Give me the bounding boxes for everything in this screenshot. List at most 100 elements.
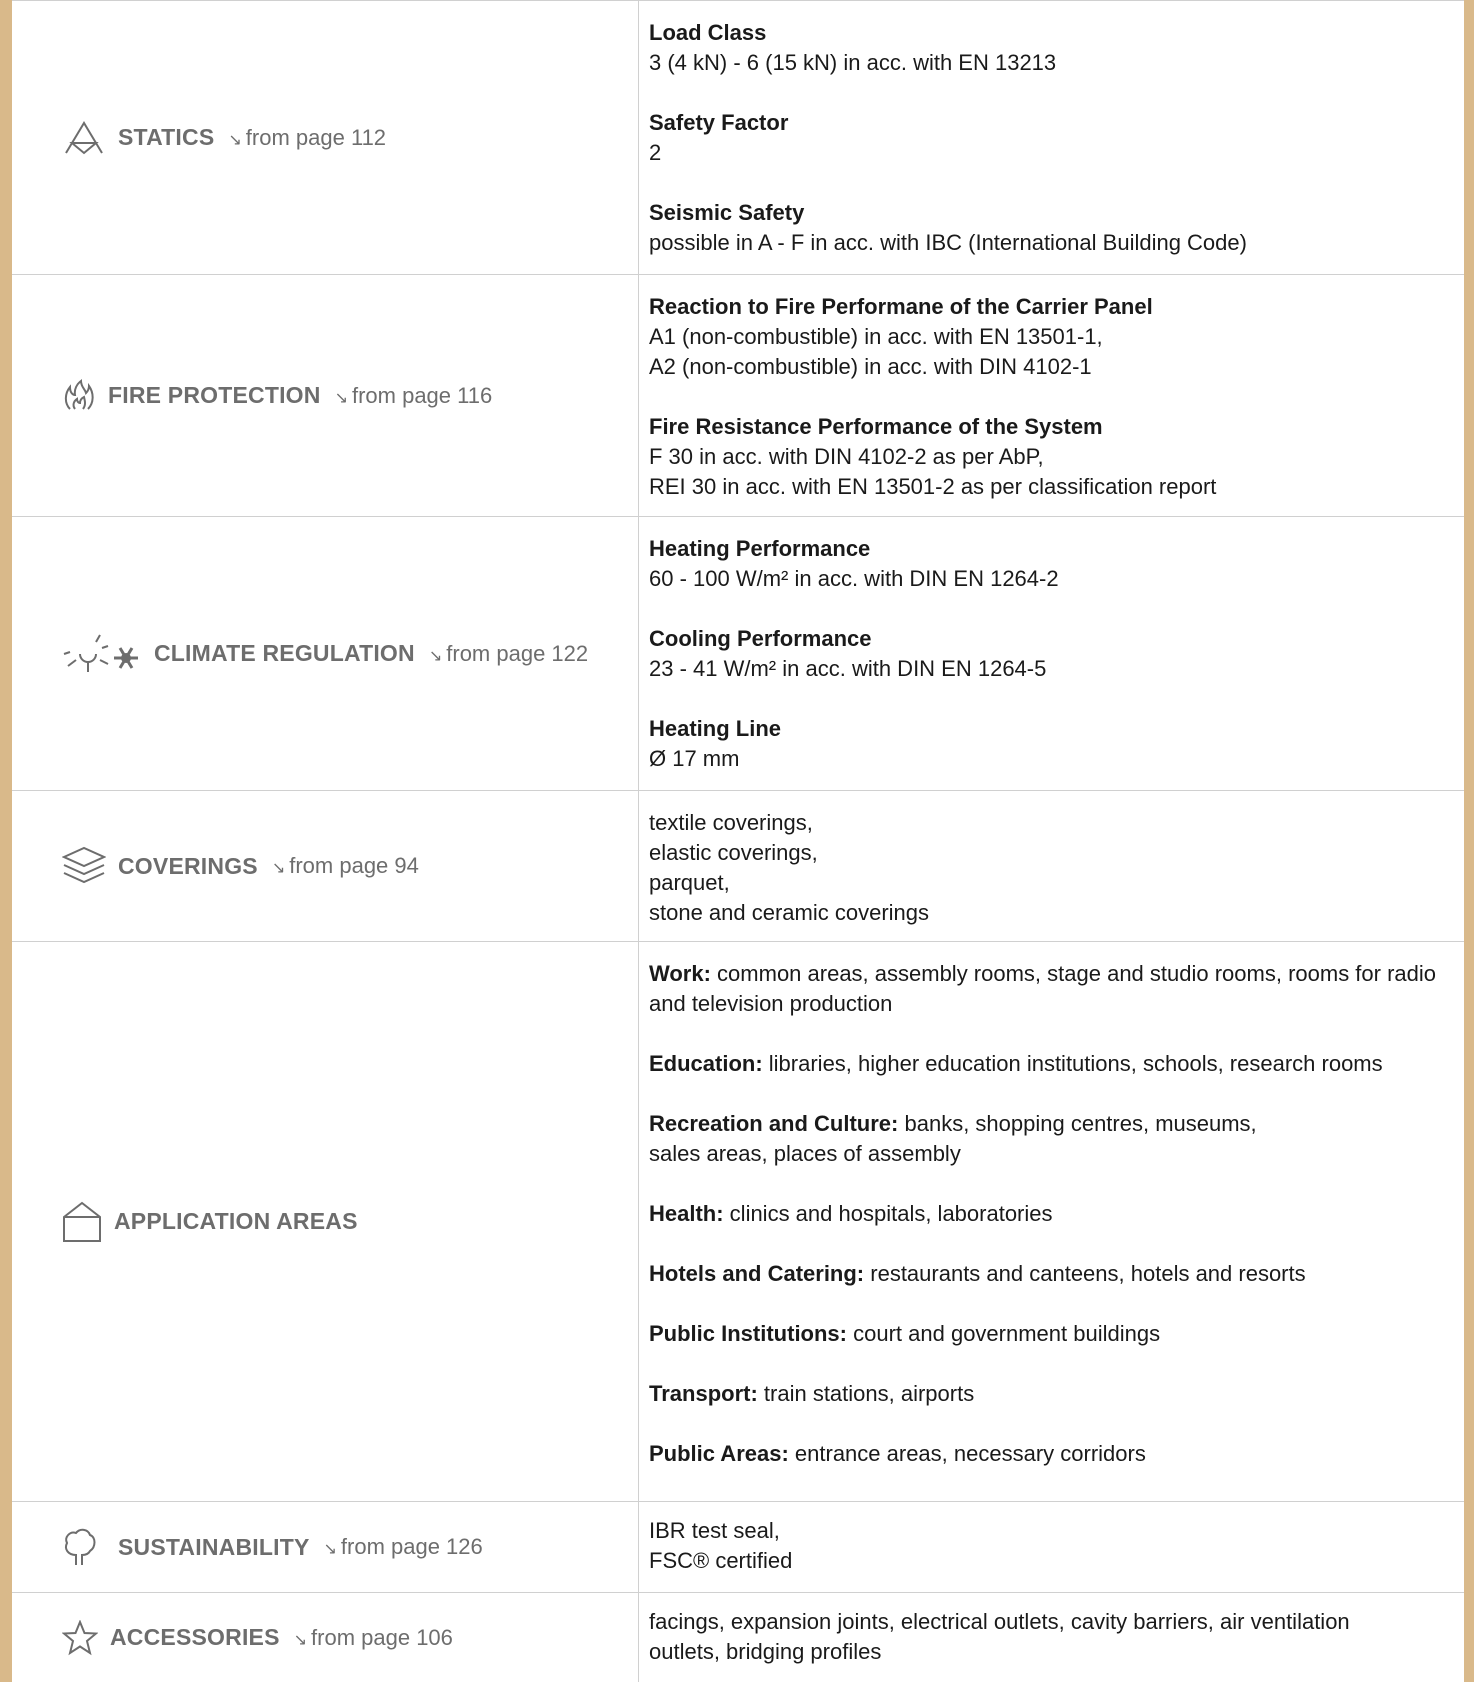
layers-icon (62, 845, 106, 887)
category-label: ACCESSORIES (110, 1624, 280, 1650)
area-lead: Public Institutions: (649, 1321, 847, 1346)
frame-left-border (0, 0, 12, 1682)
statics-icon (62, 120, 106, 156)
frame-right-border (1464, 0, 1474, 1682)
page-reference[interactable]: ↘ from page 94 (272, 853, 419, 879)
page-reference[interactable]: ↘ from page 116 (335, 383, 493, 409)
details-cell: IBR test seal, FSC® certified (639, 1502, 1464, 1592)
covering-line: elastic coverings, (649, 840, 818, 865)
sustainability-line: FSC® certified (649, 1548, 793, 1573)
spec-label: Cooling Performance (649, 626, 872, 651)
area-text: libraries, higher education institutions… (762, 1051, 1383, 1076)
table-row-application-areas: APPLICATION AREAS Work: common areas, as… (12, 942, 1464, 1502)
area-text: restaurants and canteens, hotels and res… (864, 1261, 1306, 1286)
spec-label: Heating Line (649, 716, 782, 741)
area-entry: Public Institutions: court and governmen… (649, 1319, 1454, 1349)
details-cell: Reaction to Fire Performane of the Carri… (639, 275, 1464, 516)
details-cell: Work: common areas, assembly rooms, stag… (639, 942, 1464, 1501)
spec-block: Heating Line Ø 17 mm (649, 714, 1454, 774)
spec-value: possible in A - F in acc. with IBC (Inte… (649, 230, 1247, 255)
sustainability-line: IBR test seal, (649, 1518, 780, 1543)
area-lead: Hotels and Catering: (649, 1261, 865, 1286)
area-lead: Education: (649, 1051, 763, 1076)
spec-label: Heating Performance (649, 536, 871, 561)
spec-value: 2 (649, 140, 662, 165)
category-label: CLIMATE REGULATION (154, 640, 415, 666)
table-row-climate-regulation: CLIMATE REGULATION ↘ from page 122 Heatin… (12, 517, 1464, 791)
details-cell: textile coverings, elastic coverings, pa… (639, 791, 1464, 941)
area-lead: Transport: (649, 1381, 758, 1406)
area-lead: Public Areas: (649, 1441, 789, 1466)
flame-icon (62, 378, 96, 413)
arrow-icon: ↘ (293, 1631, 308, 1649)
details-cell: facings, expansion joints, electrical ou… (639, 1593, 1464, 1682)
spec-value: A1 (non-combustible) in acc. with EN 135… (649, 324, 1103, 379)
category-cell: FIRE PROTECTION ↘ from page 116 (12, 275, 639, 516)
category-cell: CLIMATE REGULATION ↘ from page 122 (12, 517, 639, 790)
page-reference-text: from page 126 (340, 1534, 483, 1559)
page-reference-text: from page 112 (245, 124, 387, 150)
details-cell: Load Class 3 (4 kN) - 6 (15 kN) in acc. … (639, 1, 1464, 274)
covering-line: stone and ceramic coverings (649, 900, 930, 925)
arrow-icon: ↘ (428, 647, 443, 665)
category-label: SUSTAINABILITY (118, 1533, 310, 1560)
spec-value: 23 - 41 W/m² in acc. with DIN EN 1264-5 (649, 656, 1047, 681)
spec-block: Load Class 3 (4 kN) - 6 (15 kN) in acc. … (649, 18, 1454, 78)
spec-block: Safety Factor 2 (649, 108, 1454, 168)
page-reference-text: from page 122 (446, 640, 589, 666)
area-text: common areas, assembly rooms, stage and … (649, 961, 1437, 1016)
accessories-line: facings, expansion joints, electrical ou… (649, 1609, 1350, 1634)
spec-block: Cooling Performance 23 - 41 W/m² in acc.… (649, 624, 1454, 684)
page-reference[interactable]: ↘ from page 112 (228, 125, 386, 151)
category-label: FIRE PROTECTION (108, 382, 321, 408)
arrow-icon: ↘ (334, 389, 348, 407)
category-label: STATICS (118, 124, 215, 150)
spec-value: Ø 17 mm (649, 746, 740, 771)
accessories-line: outlets, bridging profiles (649, 1639, 882, 1664)
table-row-accessories: ACCESSORIES ↘ from page 106 facings, expa… (12, 1593, 1464, 1682)
spec-block: Heating Performance 60 - 100 W/m² in acc… (649, 534, 1454, 594)
table-row-coverings: COVERINGS ↘ from page 94 textile covering… (12, 791, 1464, 942)
area-entry: Health: clinics and hospitals, laborator… (649, 1199, 1454, 1229)
area-text: clinics and hospitals, laboratories (723, 1201, 1053, 1226)
sun-snowflake-icon (62, 632, 142, 676)
area-lead: Health: (649, 1201, 724, 1226)
area-text: train stations, airports (757, 1381, 975, 1406)
area-entry: Transport: train stations, airports (649, 1379, 1454, 1409)
category-cell: STATICS ↘ from page 112 (12, 1, 639, 274)
area-text: court and government buildings (847, 1321, 1161, 1346)
area-lead: Work: (649, 961, 711, 986)
spec-block: Seismic Safety possible in A - F in acc.… (649, 198, 1454, 258)
spec-label: Safety Factor (649, 110, 789, 135)
table-row-statics: STATICS ↘ from page 112 Load Class 3 (4 k… (12, 1, 1464, 275)
page-reference[interactable]: ↘ from page 122 (429, 641, 588, 667)
spec-label: Seismic Safety (649, 200, 805, 225)
arrow-icon: ↘ (323, 1541, 337, 1558)
category-cell: COVERINGS ↘ from page 94 (12, 791, 639, 941)
details-cell: Heating Performance 60 - 100 W/m² in acc… (639, 517, 1464, 790)
star-icon (62, 1619, 98, 1656)
spec-block: Reaction to Fire Performane of the Carri… (649, 292, 1454, 382)
house-icon (62, 1201, 102, 1243)
page-reference-text: from page 94 (289, 853, 419, 878)
area-entry: Education: libraries, higher education i… (649, 1049, 1454, 1079)
spec-block: Fire Resistance Performance of the Syste… (649, 412, 1454, 502)
category-cell: APPLICATION AREAS (12, 942, 639, 1501)
spec-table: STATICS ↘ from page 112 Load Class 3 (4 k… (12, 0, 1464, 1682)
category-label: COVERINGS (118, 852, 258, 879)
category-cell: SUSTAINABILITY ↘ from page 126 (12, 1502, 639, 1592)
category-label: APPLICATION AREAS (114, 1208, 358, 1234)
area-entry: Public Areas: entrance areas, necessary … (649, 1439, 1454, 1469)
area-entry: Recreation and Culture: banks, shopping … (649, 1109, 1454, 1169)
table-row-fire-protection: FIRE PROTECTION ↘ from page 116 Reaction … (12, 275, 1464, 517)
category-cell: ACCESSORIES ↘ from page 106 (12, 1593, 639, 1682)
spec-value: F 30 in acc. with DIN 4102-2 as per AbP,… (649, 444, 1217, 499)
page-reference[interactable]: ↘ from page 126 (323, 1534, 482, 1560)
area-lead: Recreation and Culture: (649, 1111, 899, 1136)
page-reference[interactable]: ↘ from page 106 (294, 1625, 453, 1651)
table-row-sustainability: SUSTAINABILITY ↘ from page 126 IBR test s… (12, 1502, 1464, 1593)
arrow-icon: ↘ (271, 860, 286, 877)
spec-value: 3 (4 kN) - 6 (15 kN) in acc. with EN 132… (649, 50, 1057, 75)
area-entry: Hotels and Catering: restaurants and can… (649, 1259, 1454, 1289)
covering-line: parquet, (649, 870, 730, 895)
